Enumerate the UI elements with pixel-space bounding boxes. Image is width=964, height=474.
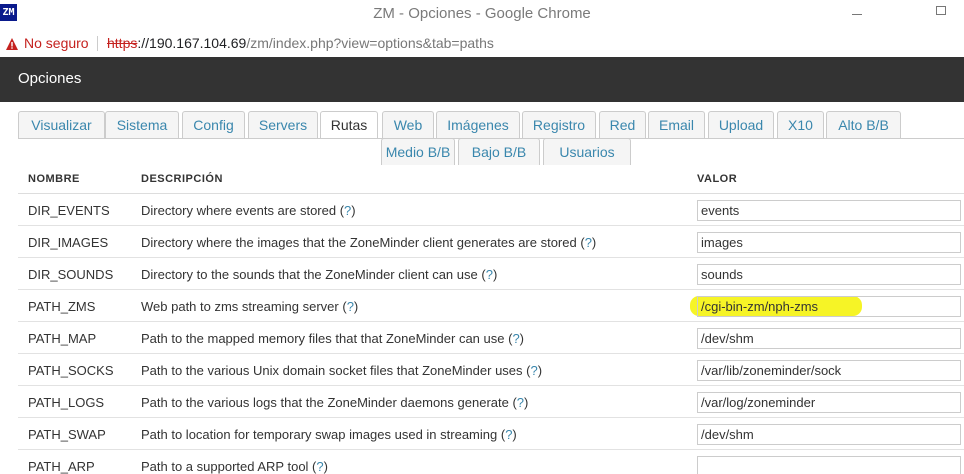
option-description: Directory to the sounds that the ZoneMin… (141, 267, 498, 282)
table-row: DIR_IMAGES Directory where the images tha… (18, 226, 964, 258)
option-description-text: Directory where the images that the Zone… (141, 235, 577, 250)
option-description-text: Path to the various logs that the ZoneMi… (141, 395, 509, 410)
url-scheme: https (107, 35, 138, 51)
window-title: ZM - Opciones - Google Chrome (373, 5, 591, 22)
table-row: PATH_ARP Path to a supported ARP tool (?) (18, 450, 964, 474)
option-name: DIR_IMAGES (28, 235, 109, 250)
option-description-text: Directory where events are stored (141, 203, 337, 218)
warning-icon[interactable] (5, 37, 19, 51)
help-link[interactable]: ? (316, 459, 323, 474)
option-description: Directory where the images that the Zone… (141, 235, 597, 250)
option-value-input[interactable] (697, 360, 961, 381)
table-row: DIR_SOUNDS Directory to the sounds that t… (18, 258, 964, 290)
table-row: PATH_LOGS Path to the various logs that t… (18, 386, 964, 418)
tab-registro[interactable]: Registro (522, 111, 596, 138)
option-description: Web path to zms streaming server (?) (141, 299, 359, 314)
option-description: Path to the mapped memory files that tha… (141, 331, 525, 346)
option-value-input[interactable] (697, 328, 961, 349)
tab-email[interactable]: Email (648, 111, 705, 138)
option-value-input[interactable] (697, 200, 961, 221)
help-link[interactable]: ? (505, 427, 512, 442)
option-value-input[interactable] (697, 264, 961, 285)
minimize-button[interactable] (834, 0, 880, 30)
tab-imágenes[interactable]: Imágenes (436, 111, 520, 138)
address-separator (97, 36, 98, 51)
option-value-input[interactable] (697, 232, 961, 253)
option-name: PATH_MAP (28, 331, 97, 346)
option-value-input[interactable] (697, 392, 961, 413)
help-link[interactable]: ? (530, 363, 537, 378)
tab-usuarios[interactable]: Usuarios (543, 138, 631, 165)
tab-config[interactable]: Config (182, 111, 245, 138)
option-name: DIR_EVENTS (28, 203, 110, 218)
option-description: Directory where events are stored (?) (141, 203, 356, 218)
option-value-input[interactable] (697, 424, 961, 445)
address-bar[interactable]: No seguro https://190.167.104.69/zm/inde… (0, 30, 964, 57)
help-link[interactable]: ? (344, 203, 351, 218)
column-header-name: NOMBRE (28, 173, 80, 185)
option-description-text: Directory to the sounds that the ZoneMin… (141, 267, 478, 282)
table-row: PATH_ZMS Web path to zms streaming server… (18, 290, 964, 322)
help-link[interactable]: ? (585, 235, 592, 250)
column-header-value: VALOR (697, 173, 738, 185)
option-description-text: Path to a supported ARP tool (141, 459, 309, 474)
url-path: /zm/index.php?view=options&tab=paths (246, 35, 494, 51)
page-header: Opciones (0, 57, 964, 102)
url-text[interactable]: https://190.167.104.69/zm/index.php?view… (107, 35, 494, 51)
option-description: Path to the various logs that the ZoneMi… (141, 395, 529, 410)
option-name: PATH_ARP (28, 459, 95, 474)
page-title: Opciones (18, 70, 82, 87)
tab-servers[interactable]: Servers (248, 111, 318, 138)
minimize-icon (852, 14, 862, 15)
option-description: Path to location for temporary swap imag… (141, 427, 517, 442)
option-name: PATH_SWAP (28, 427, 106, 442)
tab-sistema[interactable]: Sistema (105, 111, 179, 138)
url-host: ://190.167.104.69 (137, 35, 247, 51)
option-name: PATH_ZMS (28, 299, 96, 314)
option-name: PATH_SOCKS (28, 363, 114, 378)
tab-web[interactable]: Web (382, 111, 434, 138)
table-row: PATH_SWAP Path to location for temporary … (18, 418, 964, 450)
option-description-text: Web path to zms streaming server (141, 299, 339, 314)
column-header-description: DESCRIPCIÓN (141, 173, 223, 185)
table-row: DIR_EVENTS Directory where events are sto… (18, 194, 964, 226)
not-secure-label[interactable]: No seguro (24, 35, 89, 51)
option-name: PATH_LOGS (28, 395, 105, 410)
maximize-button[interactable] (918, 0, 964, 30)
option-description: Path to a supported ARP tool (?) (141, 459, 328, 474)
option-description: Path to the various Unix domain socket f… (141, 363, 543, 378)
table-row: PATH_MAP Path to the mapped memory files … (18, 322, 964, 354)
tab-x10[interactable]: X10 (777, 111, 824, 138)
help-link[interactable]: ? (486, 267, 493, 282)
option-description-text: Path to the various Unix domain socket f… (141, 363, 523, 378)
tab-upload[interactable]: Upload (708, 111, 774, 138)
table-row: PATH_SOCKS Path to the various Unix domai… (18, 354, 964, 386)
option-value-input[interactable] (697, 456, 961, 474)
tab-red[interactable]: Red (599, 111, 646, 138)
option-description-text: Path to the mapped memory files that tha… (141, 331, 505, 346)
tab-rutas[interactable]: Rutas (320, 111, 378, 138)
help-link[interactable]: ? (512, 331, 519, 346)
help-link[interactable]: ? (347, 299, 354, 314)
tab-alto-b-b[interactable]: Alto B/B (826, 111, 901, 138)
tab-medio-b-b[interactable]: Medio B/B (381, 138, 455, 165)
option-name: DIR_SOUNDS (28, 267, 114, 282)
maximize-icon (936, 6, 946, 15)
option-value-input[interactable] (697, 296, 961, 317)
tab-bajo-b-b[interactable]: Bajo B/B (458, 138, 540, 165)
option-description-text: Path to location for temporary swap imag… (141, 427, 498, 442)
window-titlebar: ZM ZM - Opciones - Google Chrome (0, 0, 964, 30)
help-link[interactable]: ? (517, 395, 524, 410)
tab-visualizar[interactable]: Visualizar (18, 111, 105, 138)
